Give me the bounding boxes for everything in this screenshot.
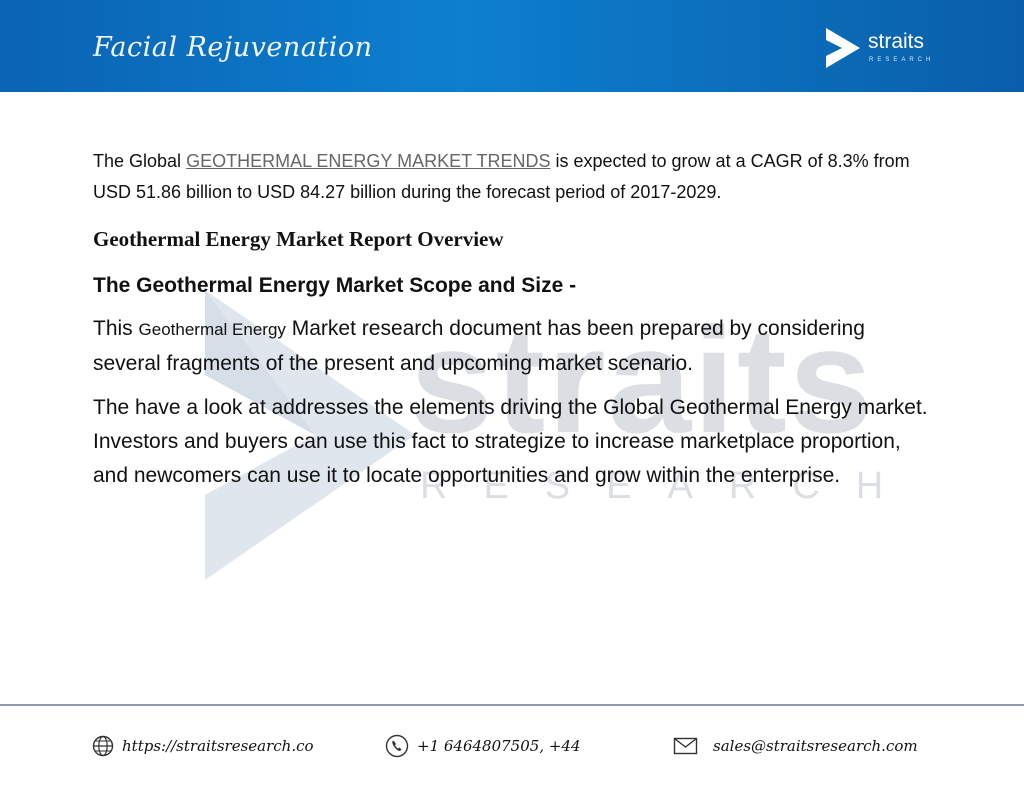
intro-prefix: The Global [93,151,187,171]
footer-divider [0,704,1024,706]
brand-arrow-icon [826,28,860,68]
header-title: Facial Rejuvenation [93,32,373,63]
drivers-paragraph: The have a look at addresses the element… [93,396,928,487]
para1-prefix: This [93,317,139,340]
brand-logo: straits RESEARCH [824,26,954,72]
phone-icon [385,734,409,758]
overview-heading: Geothermal Energy Market Report Overview [93,227,504,251]
scope-heading: The Geothermal Energy Market Scope and S… [93,274,577,297]
header-banner: Facial Rejuvenation straits RESEARCH [0,0,1024,92]
article-body: The Global GEOTHERMAL ENERGY MARKET TREN… [93,146,933,493]
para1-keyword: Geothermal Energy [138,320,286,339]
footer-phone[interactable]: +1 6464807505, +44 [385,733,581,759]
website-link[interactable]: https://straitsresearch.co [122,737,314,755]
brand-name: straits [868,30,925,53]
phone-number[interactable]: +1 6464807505, +44 [417,737,581,755]
footer-website[interactable]: https://straitsresearch.co [92,733,314,759]
intro-paragraph: The Global GEOTHERMAL ENERGY MARKET TREN… [93,146,933,208]
globe-icon [92,735,114,757]
email-link[interactable]: sales@straitsresearch.com [713,737,918,755]
scope-paragraph: This Geothermal Energy Market research d… [93,312,933,381]
brand-sub: RESEARCH [869,57,935,63]
mail-icon [673,737,698,755]
footer-email[interactable]: sales@straitsresearch.com [673,733,918,759]
market-trends-link[interactable]: GEOTHERMAL ENERGY MARKET TRENDS [186,151,550,171]
